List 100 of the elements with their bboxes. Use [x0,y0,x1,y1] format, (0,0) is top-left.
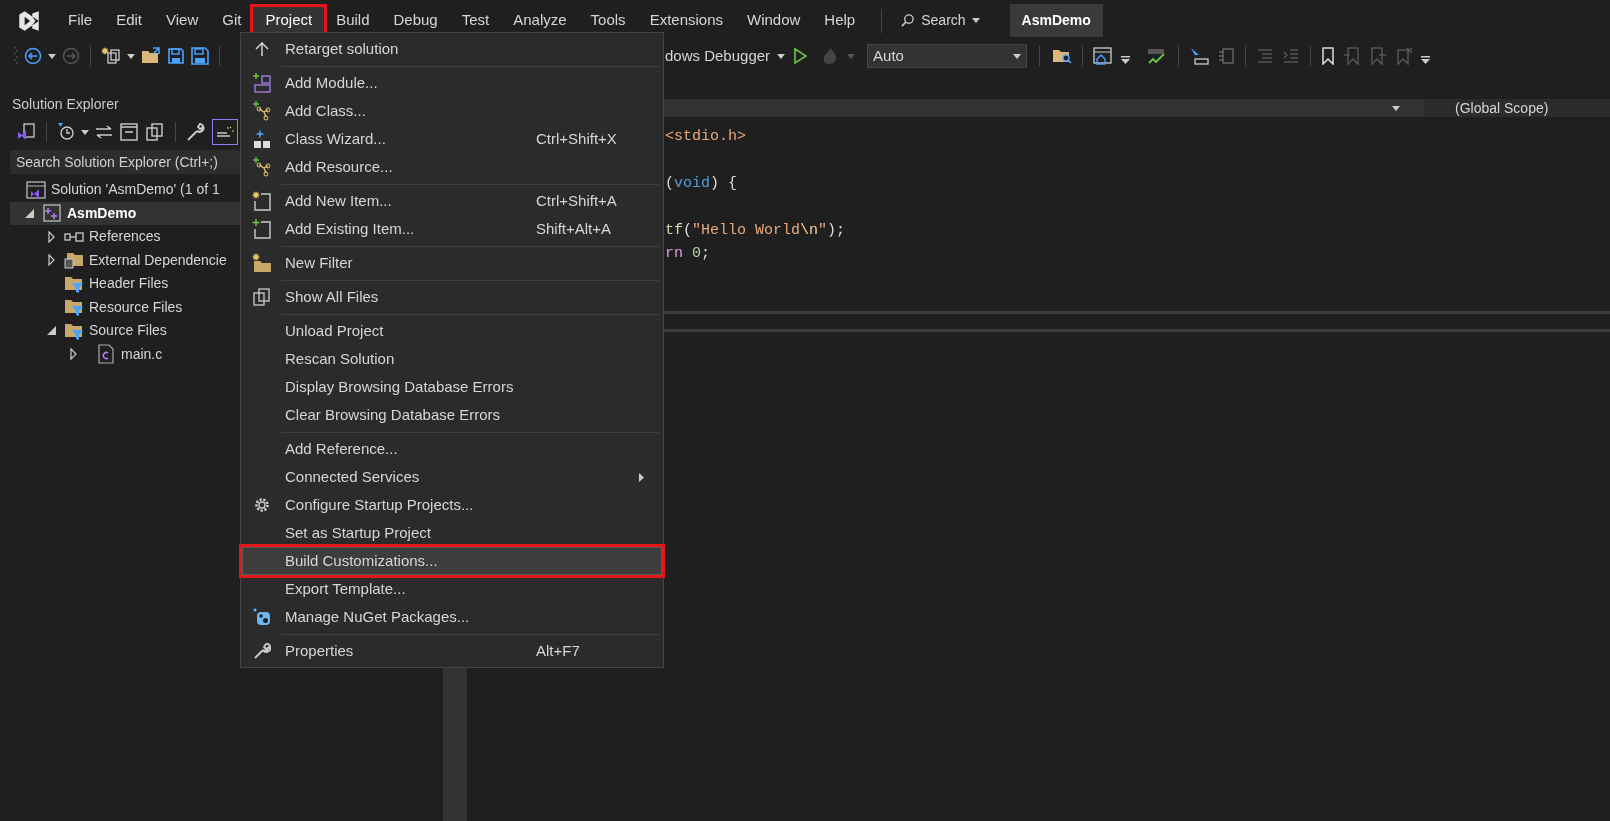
expanded-arrow-icon[interactable] [46,326,56,336]
search-icon [900,13,916,28]
nuget-icon [253,608,271,626]
wrench-icon[interactable] [186,122,206,142]
menu-item[interactable]: Test [449,6,502,35]
menu-item[interactable]: Export Template... [242,575,662,603]
overflow-icon[interactable] [1421,56,1431,64]
menu-item[interactable]: Window [735,6,813,35]
code-line: (void) { [665,173,738,194]
bookmark-icon[interactable] [1321,47,1336,65]
caret-icon[interactable] [127,53,135,59]
tree-item-label: References [89,227,161,247]
menu-item[interactable]: Tools [578,6,638,35]
shortcut-label: Alt+F7 [536,640,581,661]
shortcut-label: Shift+Alt+A [536,218,613,239]
menu-item[interactable]: New Filter [242,249,662,277]
configuration-combobox[interactable]: Auto [867,44,1028,68]
collapsed-arrow-icon[interactable] [47,230,55,243]
filter-folder-icon [64,321,84,340]
panel-title: Solution Explorer [11,94,119,114]
back-icon[interactable] [24,47,42,65]
search-button[interactable]: Search [896,10,984,31]
c-file-icon [98,344,114,365]
menu-item[interactable]: Display Browsing Database Errors [242,373,662,401]
code-line: <stdio.h> [665,126,746,147]
filter-folder-icon [64,298,84,317]
menu-item[interactable]: Project [253,6,325,35]
caret-icon [971,18,980,23]
tree-item-label: AsmDemo [67,203,137,223]
menu-item[interactable]: Extensions [637,6,735,35]
menu-item[interactable]: Add Resource... [242,153,662,181]
references-icon [64,231,84,242]
new-item-icon [252,191,272,211]
shortcut-label: Ctrl+Shift+X [536,128,618,149]
collapsed-arrow-icon[interactable] [47,254,55,267]
toolbar-grip[interactable] [14,46,18,66]
menu-item[interactable]: Git [210,6,254,35]
new-project-icon[interactable] [101,46,121,66]
scope-dropdown[interactable]: (Global Scope) [1424,99,1610,117]
caret-icon [1013,53,1022,59]
tree-item-label: Solution 'AsmDemo' (1 of 1 [51,180,220,200]
menu-item[interactable]: Edit [104,6,155,35]
collapsed-arrow-icon[interactable] [69,348,77,361]
menu-item[interactable]: Configure Startup Projects... [242,491,662,519]
solution-name-badge: AsmDemo [1009,4,1103,37]
code-line: rn 0; [665,244,711,264]
menu-item[interactable]: Rescan Solution [242,345,662,373]
open-folder-icon[interactable] [141,47,161,65]
menu-item[interactable]: Manage NuGet Packages... [242,603,662,631]
menu-item[interactable]: View [154,6,211,35]
menu-item[interactable]: Clear Browsing Database Errors [242,401,662,429]
folder-icon [64,251,84,270]
solution-icon [26,180,46,199]
show-all-files-icon[interactable] [145,122,165,142]
tree-item-label: Resource Files [89,297,183,317]
caret-icon[interactable] [1392,105,1400,111]
tree-item-label: main.c [121,344,163,364]
expanded-arrow-icon[interactable] [24,208,34,218]
collapse-all-icon[interactable] [119,122,139,142]
sync-icon[interactable] [95,125,113,139]
shortcut-label: Ctrl+Shift+A [536,190,618,211]
document-icon[interactable] [1217,47,1236,65]
history-icon[interactable] [57,122,75,142]
window-home-icon[interactable] [1093,47,1114,65]
menu-item[interactable]: File [56,6,105,35]
menu-item[interactable]: Unload Project [242,317,662,345]
add-module-icon [252,73,272,93]
debugger-dropdown[interactable]: dows Debugger [665,44,786,68]
menu-item[interactable]: Properties Alt+F7 [242,637,662,665]
menu-item[interactable]: Debug [381,6,450,35]
menu-item[interactable]: Set as Startup Project [242,519,662,547]
menu-item[interactable]: Add Class... [242,97,662,125]
menu-item[interactable]: Show All Files [242,283,662,311]
tree-item-label: Header Files [89,274,169,294]
save-icon[interactable] [167,47,185,65]
menu-item[interactable]: Add Reference... [242,435,662,463]
vs-switch-views-icon[interactable] [16,122,36,142]
menu-item[interactable]: Build [324,6,382,35]
folder-search-icon[interactable] [1052,47,1073,65]
new-folder-icon [252,253,272,273]
project-icon [43,204,61,223]
existing-item-icon [252,219,272,239]
overflow-icon[interactable] [1121,56,1131,64]
save-all-icon[interactable] [191,47,209,65]
menu-item[interactable]: Build Customizations... [242,547,662,575]
preview-toggle-button[interactable] [212,119,238,145]
class-wizard-icon [253,129,271,149]
menu-item[interactable]: Connected Services [242,463,662,491]
tree-item-label: External Dependencie [89,250,227,270]
menu-item[interactable]: Retarget solution [242,35,662,63]
menu-item[interactable]: Add Module... [242,69,662,97]
filter-folder-icon [64,274,84,293]
menu-item[interactable]: Class Wizard... Ctrl+Shift+X [242,125,662,153]
caret-icon[interactable] [48,53,56,59]
caret-icon[interactable] [81,129,89,135]
play-icon[interactable] [793,48,808,64]
cursor-icon[interactable] [1189,47,1210,65]
menu-item[interactable]: Analyze [501,6,579,35]
add-class-icon [252,101,272,121]
menu-item[interactable]: Help [812,6,868,35]
